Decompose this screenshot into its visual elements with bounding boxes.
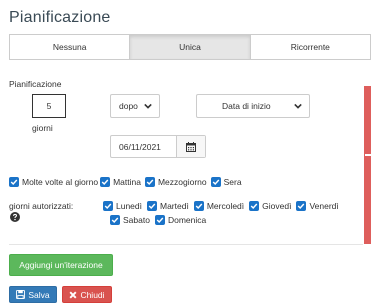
mode-recurring-button[interactable]: Ricorrente — [250, 35, 370, 59]
day-label: Domenica — [167, 215, 207, 225]
amount-input[interactable]: 5 — [32, 94, 66, 118]
morning-checkbox[interactable]: Mattina — [100, 177, 141, 187]
divider — [9, 244, 363, 245]
noon-label: Mezzogiorno — [157, 177, 207, 187]
day-label: Sabato — [123, 215, 150, 225]
date-picker: 06/11/2021 — [110, 135, 206, 158]
direction-select[interactable]: dopo — [110, 94, 160, 118]
floppy-disk-icon — [16, 290, 26, 299]
direction-value: dopo — [119, 101, 138, 111]
checkbox-checked-icon — [296, 201, 307, 211]
calendar-icon — [186, 141, 196, 152]
day-checkbox-tuesday[interactable]: Martedì — [147, 201, 189, 211]
scheduling-mode-selector: Nessuna Unica Ricorrente — [9, 34, 371, 60]
day-checkbox-friday[interactable]: Venerdì — [296, 201, 339, 211]
calendar-button[interactable] — [177, 136, 205, 157]
multiple-times-label: Molte volte al giorno — [22, 177, 99, 187]
checkbox-checked-icon — [193, 201, 204, 211]
noon-checkbox[interactable]: Mezzogiorno — [144, 177, 207, 187]
day-label: Venerdì — [309, 201, 339, 211]
close-button[interactable]: Chiudi — [62, 286, 112, 303]
chevron-down-icon — [294, 103, 302, 109]
checkbox-checked-icon — [103, 201, 113, 211]
remove-iteration-button[interactable] — [364, 86, 371, 244]
evening-label: Sera — [223, 177, 242, 187]
day-label: Martedì — [160, 201, 189, 211]
minus-icon — [365, 154, 371, 156]
days-row-weekdays: Lunedì Martedì Mercoledì Giovedì Venerdì — [103, 201, 344, 211]
allowed-days-label: giorni autorizzati: — [9, 201, 74, 211]
chevron-down-icon — [144, 103, 152, 109]
schedule-panel: Pianificazione 5 giorni dopo Data di ini… — [0, 69, 371, 244]
date-input[interactable]: 06/11/2021 — [111, 136, 177, 157]
day-checkbox-saturday[interactable]: Sabato — [110, 215, 150, 225]
save-label: Salva — [28, 289, 50, 300]
evening-checkbox[interactable]: Sera — [210, 177, 242, 187]
day-label: Giovedì — [262, 201, 292, 211]
day-label: Lunedì — [116, 201, 142, 211]
day-checkbox-monday[interactable]: Lunedì — [103, 201, 142, 211]
day-checkbox-wednesday[interactable]: Mercoledì — [193, 201, 245, 211]
checkbox-checked-icon — [147, 201, 157, 211]
add-iteration-button[interactable]: Aggiungi un'iterazione — [9, 254, 113, 276]
checkbox-checked-icon — [100, 177, 111, 187]
checkbox-checked-icon — [249, 201, 260, 211]
day-checkbox-sunday[interactable]: Domenica — [154, 215, 207, 225]
schedule-label: Pianificazione — [9, 79, 62, 89]
page-title: Pianificazione — [9, 9, 111, 26]
mode-once-button[interactable]: Unica — [130, 35, 251, 59]
multiple-times-checkbox[interactable]: Molte volte al giorno — [9, 177, 98, 187]
times-row: Molte volte al giorno Mattina Mezzogiorn… — [9, 177, 246, 187]
close-label: Chiudi — [80, 289, 105, 300]
day-label: Mercoledì — [206, 201, 245, 211]
checkbox-checked-icon — [154, 215, 165, 225]
checkbox-checked-icon — [144, 177, 155, 187]
close-icon — [69, 291, 77, 299]
day-checkbox-thursday[interactable]: Giovedì — [249, 201, 291, 211]
checkbox-checked-icon — [110, 215, 120, 225]
checkbox-checked-icon — [9, 177, 19, 187]
help-icon[interactable] — [10, 212, 20, 222]
save-button[interactable]: Salva — [9, 286, 57, 303]
reference-select[interactable]: Data di inizio — [196, 94, 310, 118]
checkbox-checked-icon — [210, 177, 221, 187]
morning-label: Mattina — [113, 177, 141, 187]
reference-value: Data di inizio — [222, 101, 271, 111]
mode-none-button[interactable]: Nessuna — [10, 35, 131, 59]
days-row-weekend: Sabato Domenica — [110, 215, 211, 225]
unit-label: giorni — [32, 123, 53, 133]
